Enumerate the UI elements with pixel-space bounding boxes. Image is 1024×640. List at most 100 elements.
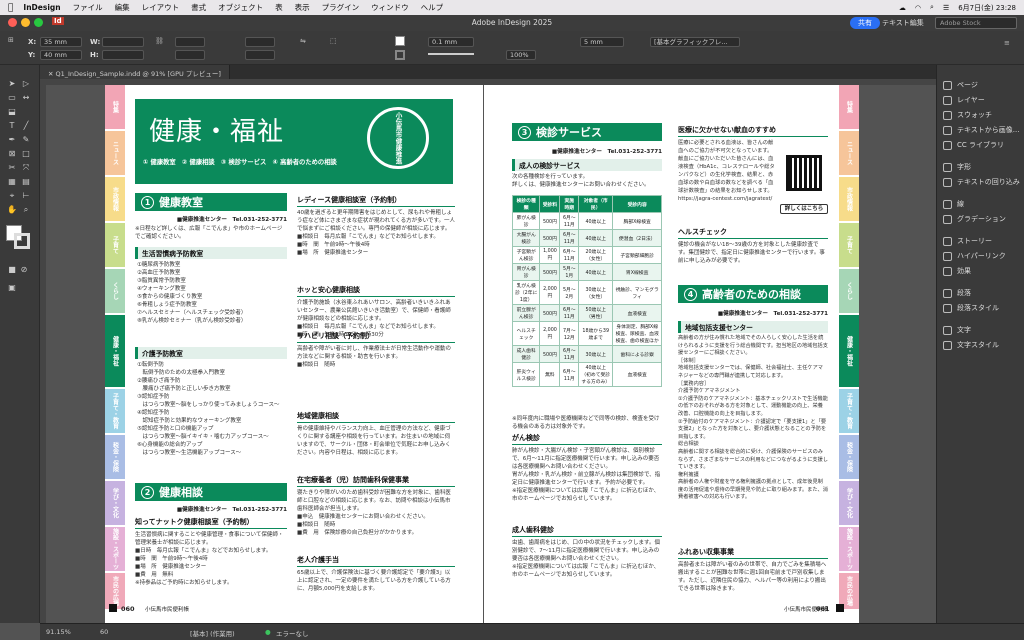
width-field[interactable] bbox=[102, 37, 144, 47]
menu-type[interactable]: 書式 bbox=[191, 2, 206, 13]
gap-tool-icon[interactable]: ↔ bbox=[20, 93, 32, 103]
document-tab[interactable]: ✕ Q1_InDesign_Sample.indd @ 91% [GPU プレビ… bbox=[40, 65, 230, 79]
menu-edit[interactable]: 編集 bbox=[115, 2, 130, 13]
zoom-level[interactable]: 91.15% bbox=[46, 628, 71, 636]
search-icon[interactable]: ⌕ bbox=[930, 3, 934, 12]
pencil-tool-icon[interactable]: ✎ bbox=[20, 135, 32, 145]
close-tab-icon[interactable]: ✕ bbox=[48, 70, 56, 78]
reference-point-icon[interactable]: ⊞ bbox=[8, 36, 14, 44]
panel-gradient-label: グラデーション bbox=[957, 215, 1006, 223]
panel-hyperlinks[interactable]: ハイパーリンク bbox=[943, 250, 1006, 262]
object-style-dropdown[interactable]: [基本グラフィックフレ... bbox=[650, 37, 740, 47]
panel-character[interactable]: 文字 bbox=[943, 324, 971, 336]
rectangle-tool-icon[interactable]: □ bbox=[20, 149, 32, 159]
panel-glyphs[interactable]: 字形 bbox=[943, 161, 971, 173]
screen-mode-icon[interactable]: ▣ bbox=[6, 283, 18, 293]
stroke-type-selector[interactable] bbox=[428, 53, 474, 55]
text-to-image-icon bbox=[943, 125, 952, 135]
section-2-contact: ■健康推進センター Tel.031-252-3771 bbox=[176, 507, 287, 513]
control-center-icon[interactable]: ☰ bbox=[943, 4, 949, 12]
panel-cc-libraries[interactable]: CC ライブラリ bbox=[943, 139, 1004, 151]
side-tab-facility: 施設・スポーツ bbox=[105, 527, 125, 571]
exam-table-cell: 40歳以上（初めて受診する方のみ） bbox=[578, 362, 614, 387]
panel-effects[interactable]: 効果 bbox=[943, 265, 971, 277]
creative-cloud-icon[interactable]: ☁ bbox=[899, 4, 906, 12]
left-page[interactable]: 特集 ニュース 市政情報 子育て くらし 健康・福祉 子育て・教育 税金・保険 … bbox=[105, 85, 483, 623]
right-page[interactable]: 3 検診サービス ■健康推進センター Tel.031-252-3771 成人の検診… bbox=[484, 85, 859, 623]
menu-window[interactable]: ウィンドウ bbox=[371, 2, 409, 13]
fill-swatch[interactable] bbox=[395, 36, 405, 46]
content-collector-icon[interactable]: ⬓ bbox=[6, 107, 18, 117]
page-field[interactable]: 60 bbox=[100, 628, 108, 636]
panel-stroke[interactable]: 線 bbox=[943, 198, 964, 210]
flip-icon[interactable]: ⇋ bbox=[300, 37, 306, 45]
select-container-icon[interactable]: ⬚ bbox=[330, 37, 337, 45]
shear-field[interactable] bbox=[245, 50, 275, 60]
pen-tool-icon[interactable]: ✒ bbox=[6, 135, 18, 145]
apply-color-icon[interactable]: ■ bbox=[6, 265, 18, 275]
menu-help[interactable]: ヘルプ bbox=[421, 2, 444, 13]
details-button[interactable]: 詳しくはこちら bbox=[780, 204, 828, 214]
preflight-status[interactable]: エラーなし bbox=[276, 628, 309, 638]
panel-layers[interactable]: レイヤー bbox=[943, 94, 985, 106]
menu-plugins[interactable]: プラグイン bbox=[322, 2, 360, 13]
hand-tool-icon[interactable]: ✋ bbox=[6, 205, 18, 215]
zoom-tool-icon[interactable]: ⌕ bbox=[20, 205, 32, 215]
panel-paragraph-styles[interactable]: 段落スタイル bbox=[943, 302, 999, 314]
corner-size-field[interactable]: 5 mm bbox=[580, 37, 624, 47]
scale-y-field[interactable] bbox=[175, 50, 205, 60]
panel-text-to-image[interactable]: テキストから画像... bbox=[943, 124, 1019, 136]
workspace-switcher[interactable]: テキスト編集 bbox=[882, 18, 924, 28]
panel-menu-icon[interactable]: ≡ bbox=[1004, 39, 1010, 47]
constrain-link-icon[interactable]: ⛓ bbox=[155, 37, 164, 45]
menu-view[interactable]: 表示 bbox=[295, 2, 310, 13]
height-field[interactable] bbox=[102, 50, 144, 60]
gradient-tool-icon[interactable]: ▦ bbox=[6, 177, 18, 187]
side-tab-feature-r: 特集 bbox=[839, 85, 859, 129]
adobe-stock-search-input[interactable]: Adobe Stock bbox=[935, 17, 1017, 29]
apply-none-icon[interactable]: ⊘ bbox=[18, 265, 30, 275]
qr-code[interactable] bbox=[786, 155, 822, 191]
type-tool-icon[interactable]: T bbox=[6, 121, 18, 131]
panel-text-wrap[interactable]: テキストの回り込み bbox=[943, 176, 1020, 188]
panel-character-styles[interactable]: 文字スタイル bbox=[943, 339, 999, 351]
opacity-field[interactable]: 100% bbox=[506, 50, 536, 60]
rectangle-frame-tool-icon[interactable]: ⊠ bbox=[6, 149, 18, 159]
eyedropper-tool-icon[interactable]: ⌖ bbox=[6, 191, 18, 201]
menu-object[interactable]: オブジェクト bbox=[218, 2, 263, 13]
exam-table-header-1: 受診料 bbox=[539, 195, 561, 213]
free-transform-tool-icon[interactable]: ⤧ bbox=[20, 163, 32, 173]
menu-app-name[interactable]: InDesign bbox=[23, 3, 60, 12]
panel-story[interactable]: ストーリー bbox=[943, 235, 992, 247]
x-field[interactable]: 35 mm bbox=[40, 37, 82, 47]
menu-file[interactable]: ファイル bbox=[73, 2, 103, 13]
panel-gradient[interactable]: グラデーション bbox=[943, 213, 1006, 225]
panel-pages[interactable]: ページ bbox=[943, 79, 978, 91]
note-tool-icon[interactable]: ▤ bbox=[20, 177, 32, 187]
apple-icon[interactable]:  bbox=[8, 3, 13, 13]
master-page-field[interactable]: [基本] (作業用) bbox=[190, 628, 235, 638]
rotate-field[interactable] bbox=[245, 37, 275, 47]
stroke-color-swatch[interactable] bbox=[14, 233, 30, 249]
section-2e-heading: 地域健康相談 bbox=[297, 411, 455, 423]
measure-tool-icon[interactable]: ⊢ bbox=[20, 191, 32, 201]
stroke-swatch[interactable] bbox=[395, 50, 405, 60]
menu-layout[interactable]: レイアウト bbox=[142, 2, 180, 13]
scale-x-field[interactable] bbox=[175, 37, 205, 47]
line-tool-icon[interactable]: ╱ bbox=[20, 121, 32, 131]
y-field[interactable]: 40 mm bbox=[40, 50, 82, 60]
direct-selection-tool-icon[interactable]: ▷ bbox=[20, 79, 32, 89]
menu-table[interactable]: 表 bbox=[275, 2, 283, 13]
share-button[interactable]: 共有 bbox=[850, 17, 880, 29]
panel-swatches[interactable]: スウォッチ bbox=[943, 109, 992, 121]
selection-tool-icon[interactable]: ➤ bbox=[6, 79, 18, 89]
stroke-weight-field[interactable]: 0.1 mm bbox=[428, 37, 474, 47]
exam-table-cell: 30歳以上（女性） bbox=[578, 280, 614, 305]
clock[interactable]: 6月7日(金) 23:28 bbox=[958, 3, 1016, 13]
side-tab-tax-r: 税金・保険 bbox=[839, 435, 859, 479]
page-tool-icon[interactable]: ▭ bbox=[6, 93, 18, 103]
scissors-tool-icon[interactable]: ✂ bbox=[6, 163, 18, 173]
wifi-icon[interactable]: ◠ bbox=[915, 4, 921, 12]
exam-table-cell: 6月〜11月 bbox=[559, 212, 580, 230]
panel-paragraph[interactable]: 段落 bbox=[943, 287, 971, 299]
